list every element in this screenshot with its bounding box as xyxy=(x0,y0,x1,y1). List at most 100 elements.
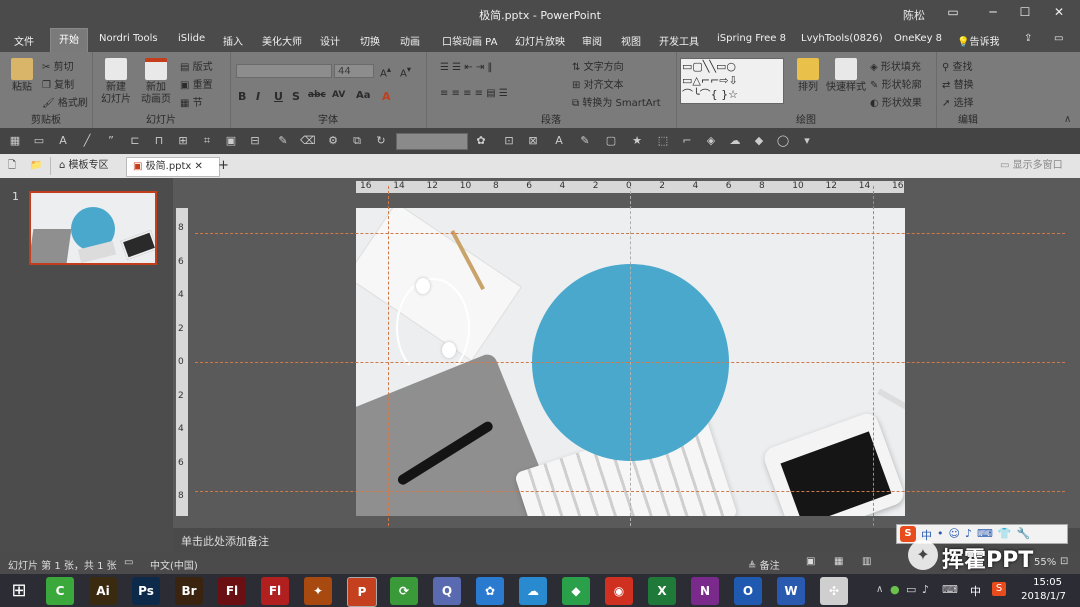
shape-fill-button[interactable]: ◈ 形状填充 xyxy=(870,58,921,73)
tell-me-search[interactable]: 💡告诉我 xyxy=(957,33,999,48)
taskbar-app-icon[interactable]: P xyxy=(347,577,377,607)
cloud-icon[interactable]: ☁ xyxy=(728,134,742,148)
shield-icon[interactable]: ◈ xyxy=(704,134,718,148)
taskbar-app-icon[interactable]: Ps xyxy=(132,577,160,605)
quote-icon[interactable]: ” xyxy=(104,134,118,148)
highlight-icon[interactable]: ✎ xyxy=(578,134,592,148)
taskbar-app-icon[interactable]: Fl xyxy=(218,577,246,605)
tab-slideshow[interactable]: 幻灯片放映 xyxy=(515,33,565,48)
font-name-field[interactable] xyxy=(236,64,332,78)
tab-lvyhtools[interactable]: LvyhTools(0826) xyxy=(801,33,883,44)
section-button[interactable]: ▦ 节 xyxy=(180,94,203,109)
arrange-button[interactable]: 排列 xyxy=(788,58,828,94)
font-color-button[interactable]: A xyxy=(382,90,391,103)
tab-home[interactable]: 开始 xyxy=(50,28,88,53)
line-icon[interactable]: ╱ xyxy=(80,134,94,148)
taskbar-app-icon[interactable]: Q xyxy=(433,577,461,605)
ungroup-icon[interactable]: ⊠ xyxy=(526,134,540,148)
close-button[interactable]: ✕ xyxy=(1050,5,1068,21)
border-icon[interactable]: ▢ xyxy=(604,134,618,148)
open-folder-icon[interactable]: 📁 xyxy=(30,157,42,175)
guide-left[interactable] xyxy=(388,186,389,526)
zoom-dropdown[interactable] xyxy=(396,133,468,150)
cube-icon[interactable]: ⬚ xyxy=(656,134,670,148)
new-slide-button[interactable]: 新建 幻灯片 xyxy=(96,58,136,106)
collapse-ribbon-icon[interactable]: ∧ xyxy=(1064,114,1071,125)
tray-arrow-icon[interactable]: ∧ xyxy=(876,584,883,595)
volume-icon[interactable]: ♪ xyxy=(922,583,929,596)
minimize-button[interactable]: ─ xyxy=(984,5,1002,21)
table-icon[interactable]: ⊟ xyxy=(248,134,262,148)
zoom-level[interactable]: 55% xyxy=(1034,557,1056,568)
palette-icon[interactable]: ✿ xyxy=(474,134,488,148)
tab-islide[interactable]: iSlide xyxy=(178,33,205,44)
format-painter-button[interactable]: 🖌 格式刷 xyxy=(42,94,88,109)
taskbar-app-icon[interactable]: ✣ xyxy=(820,577,848,605)
taskbar-app-icon[interactable]: Br xyxy=(175,577,203,605)
clock-time[interactable]: 15:05 xyxy=(1026,577,1062,588)
fit-slide-icon[interactable]: ⊡ xyxy=(1060,556,1068,567)
cut-button[interactable]: ✂ 剪切 xyxy=(42,58,74,73)
motion-icon[interactable]: ⚙ xyxy=(326,134,340,148)
find-button[interactable]: ⚲ 查找 xyxy=(942,58,973,73)
more-icon[interactable]: ▾ xyxy=(800,134,814,148)
language-status[interactable]: 中文(中国) xyxy=(150,557,198,572)
grid-icon[interactable]: ▦ xyxy=(8,134,22,148)
taskbar-app-icon[interactable]: Fl xyxy=(261,577,289,605)
taskbar-app-icon[interactable]: X xyxy=(648,577,676,605)
add-tab-icon[interactable]: + xyxy=(218,157,229,175)
tab-onekey[interactable]: OneKey 8 xyxy=(894,33,942,44)
tray-app-icon[interactable]: ● xyxy=(890,583,900,596)
reading-view-icon[interactable]: ▥ xyxy=(862,556,871,567)
tab-insert[interactable]: 插入 xyxy=(223,33,243,48)
merge-icon[interactable]: ⧉ xyxy=(350,134,364,148)
shape-effects-button[interactable]: ◐ 形状效果 xyxy=(870,94,922,109)
show-multi-window[interactable]: ▭ 显示多窗口 xyxy=(1000,157,1063,175)
rotate-icon[interactable]: ↻ xyxy=(374,134,388,148)
keyboard-icon[interactable]: ⌨ xyxy=(942,583,958,596)
tab-view[interactable]: 视图 xyxy=(621,33,641,48)
grow-font-button[interactable]: A▴ xyxy=(380,64,391,79)
smartart-button[interactable]: ⧉ 转换为 SmartArt xyxy=(572,94,661,109)
quick-styles-button[interactable]: 快速样式 xyxy=(824,58,868,94)
guide-center[interactable] xyxy=(630,186,631,526)
bold-button[interactable]: B xyxy=(238,90,246,103)
maximize-button[interactable]: ☐ xyxy=(1016,5,1034,21)
taskbar-app-icon[interactable]: ✿ xyxy=(476,577,504,605)
spacing-button[interactable]: AV xyxy=(332,90,345,100)
tab-pocket-anim[interactable]: 口袋动画 PA xyxy=(442,33,497,48)
align-text-button[interactable]: ⊞ 对齐文本 xyxy=(572,76,624,91)
taskbar-app-icon[interactable]: ⟳ xyxy=(390,577,418,605)
taskbar-app-icon[interactable]: N xyxy=(691,577,719,605)
taskbar-app-icon[interactable]: W xyxy=(777,577,805,605)
network-icon[interactable]: ▭ xyxy=(906,583,916,596)
sorter-view-icon[interactable]: ▦ xyxy=(834,556,843,567)
strikethrough-button[interactable]: abc xyxy=(308,90,326,100)
comments-icon[interactable]: ▭ xyxy=(1054,33,1063,44)
sogou-icon[interactable]: S xyxy=(900,526,916,542)
tab-animations[interactable]: 动画 xyxy=(400,33,420,48)
text-direction-button[interactable]: ⇅ 文字方向 xyxy=(572,58,624,73)
shadow-button[interactable]: S xyxy=(292,90,300,103)
italic-button[interactable]: I xyxy=(256,90,260,103)
windows-start-icon[interactable]: ⊞ xyxy=(6,580,32,602)
tab-nordri-tools[interactable]: Nordri Tools xyxy=(99,33,158,44)
underline-button[interactable]: U xyxy=(274,90,283,103)
paste-button[interactable]: 粘贴 xyxy=(2,58,42,94)
shape-outline-button[interactable]: ✎ 形状轮廓 xyxy=(870,76,922,91)
ime-indicator[interactable]: 中 xyxy=(970,583,981,599)
new-anim-page-button[interactable]: 新加 动画页 xyxy=(136,58,176,106)
shrink-font-button[interactable]: A▾ xyxy=(400,64,411,79)
font-size-field[interactable]: 44 xyxy=(334,64,374,78)
copy-button[interactable]: ❐ 复制 xyxy=(42,76,74,91)
tab-beautify[interactable]: 美化大师 xyxy=(262,33,302,48)
notes-toggle[interactable]: ≜ 备注 xyxy=(748,557,780,572)
tab-design[interactable]: 设计 xyxy=(320,33,340,48)
taskbar-app-icon[interactable]: Ai xyxy=(89,577,117,605)
circle-icon[interactable]: ◯ xyxy=(776,134,790,148)
text-effect-icon[interactable]: A xyxy=(552,134,566,148)
taskbar-app-icon[interactable]: ✦ xyxy=(304,577,332,605)
tab-file-jijian[interactable]: ▣ 极简.pptx ✕ xyxy=(126,157,220,177)
align-buttons[interactable]: ≡ ≡ ≡ ≡ ▤ ☰ xyxy=(440,88,508,99)
star-icon[interactable]: ★ xyxy=(630,134,644,148)
